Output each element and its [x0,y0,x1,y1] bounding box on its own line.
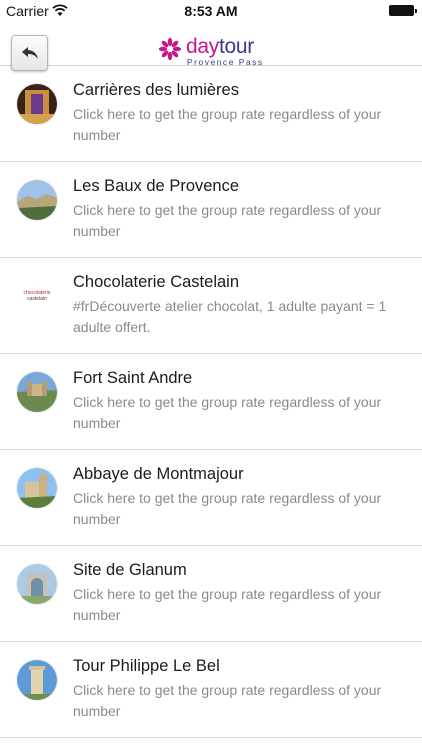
item-title: Site de Glanum [73,561,187,579]
item-description: Click here to get the group rate regardl… [73,202,382,239]
item-description: #frDécouverte atelier chocolat, 1 adulte… [73,298,387,335]
list-item[interactable]: Fort Saint Andre Click here to get the g… [0,354,422,450]
chocolaterie-thumbnail: chocolaterie castelain [17,276,57,316]
list-item[interactable]: Tour Philippe Le Bel Click here to get t… [0,642,422,738]
site-glanum-thumbnail [17,564,57,604]
list-item[interactable]: Abbaye de Montmajour Click here to get t… [0,450,422,546]
item-description: Click here to get the group rate regardl… [73,106,382,143]
item-title: Chocolaterie Castelain [73,273,240,291]
battery-icon [389,5,417,16]
tour-philippe-le-bel-thumbnail [17,660,57,700]
les-baux-thumbnail [17,180,57,220]
reply-arrow-icon [21,47,38,59]
item-description: Click here to get the group rate regardl… [73,394,382,431]
list-item[interactable]: Les Baux de Provence Click here to get t… [0,162,422,258]
item-title: Abbaye de Montmajour [73,465,244,483]
logo-wordmark: daytour [186,35,254,59]
item-title: Fort Saint Andre [73,369,193,387]
status-time: 8:53 AM [184,3,238,19]
logo-day: day [186,35,219,58]
flower-logo-icon [158,37,182,61]
carrieres-thumbnail [17,84,57,124]
list-item[interactable]: chocolaterie castelain Chocolaterie Cast… [0,258,422,354]
list-item[interactable]: Site de Glanum Click here to get the gro… [0,546,422,642]
status-bar: Carrier 8:53 AM [0,0,422,22]
attractions-list: Carrières des lumières Click here to get… [0,66,422,738]
list-item[interactable]: Carrières des lumières Click here to get… [0,66,422,162]
logo-tour: tour [218,35,254,58]
item-title: Tour Philippe Le Bel [73,657,220,675]
item-description: Click here to get the group rate regardl… [73,490,382,527]
navigation-bar: daytour Provence Pass [0,22,422,71]
item-description: Click here to get the group rate regardl… [73,586,382,623]
thumb-text-line-2: castelain [27,296,47,302]
item-description: Click here to get the group rate regardl… [73,682,382,719]
item-title: Les Baux de Provence [73,177,240,195]
abbaye-montmajour-thumbnail [17,468,57,508]
item-title: Carrières des lumières [73,81,239,99]
fort-saint-andre-thumbnail [17,372,57,412]
